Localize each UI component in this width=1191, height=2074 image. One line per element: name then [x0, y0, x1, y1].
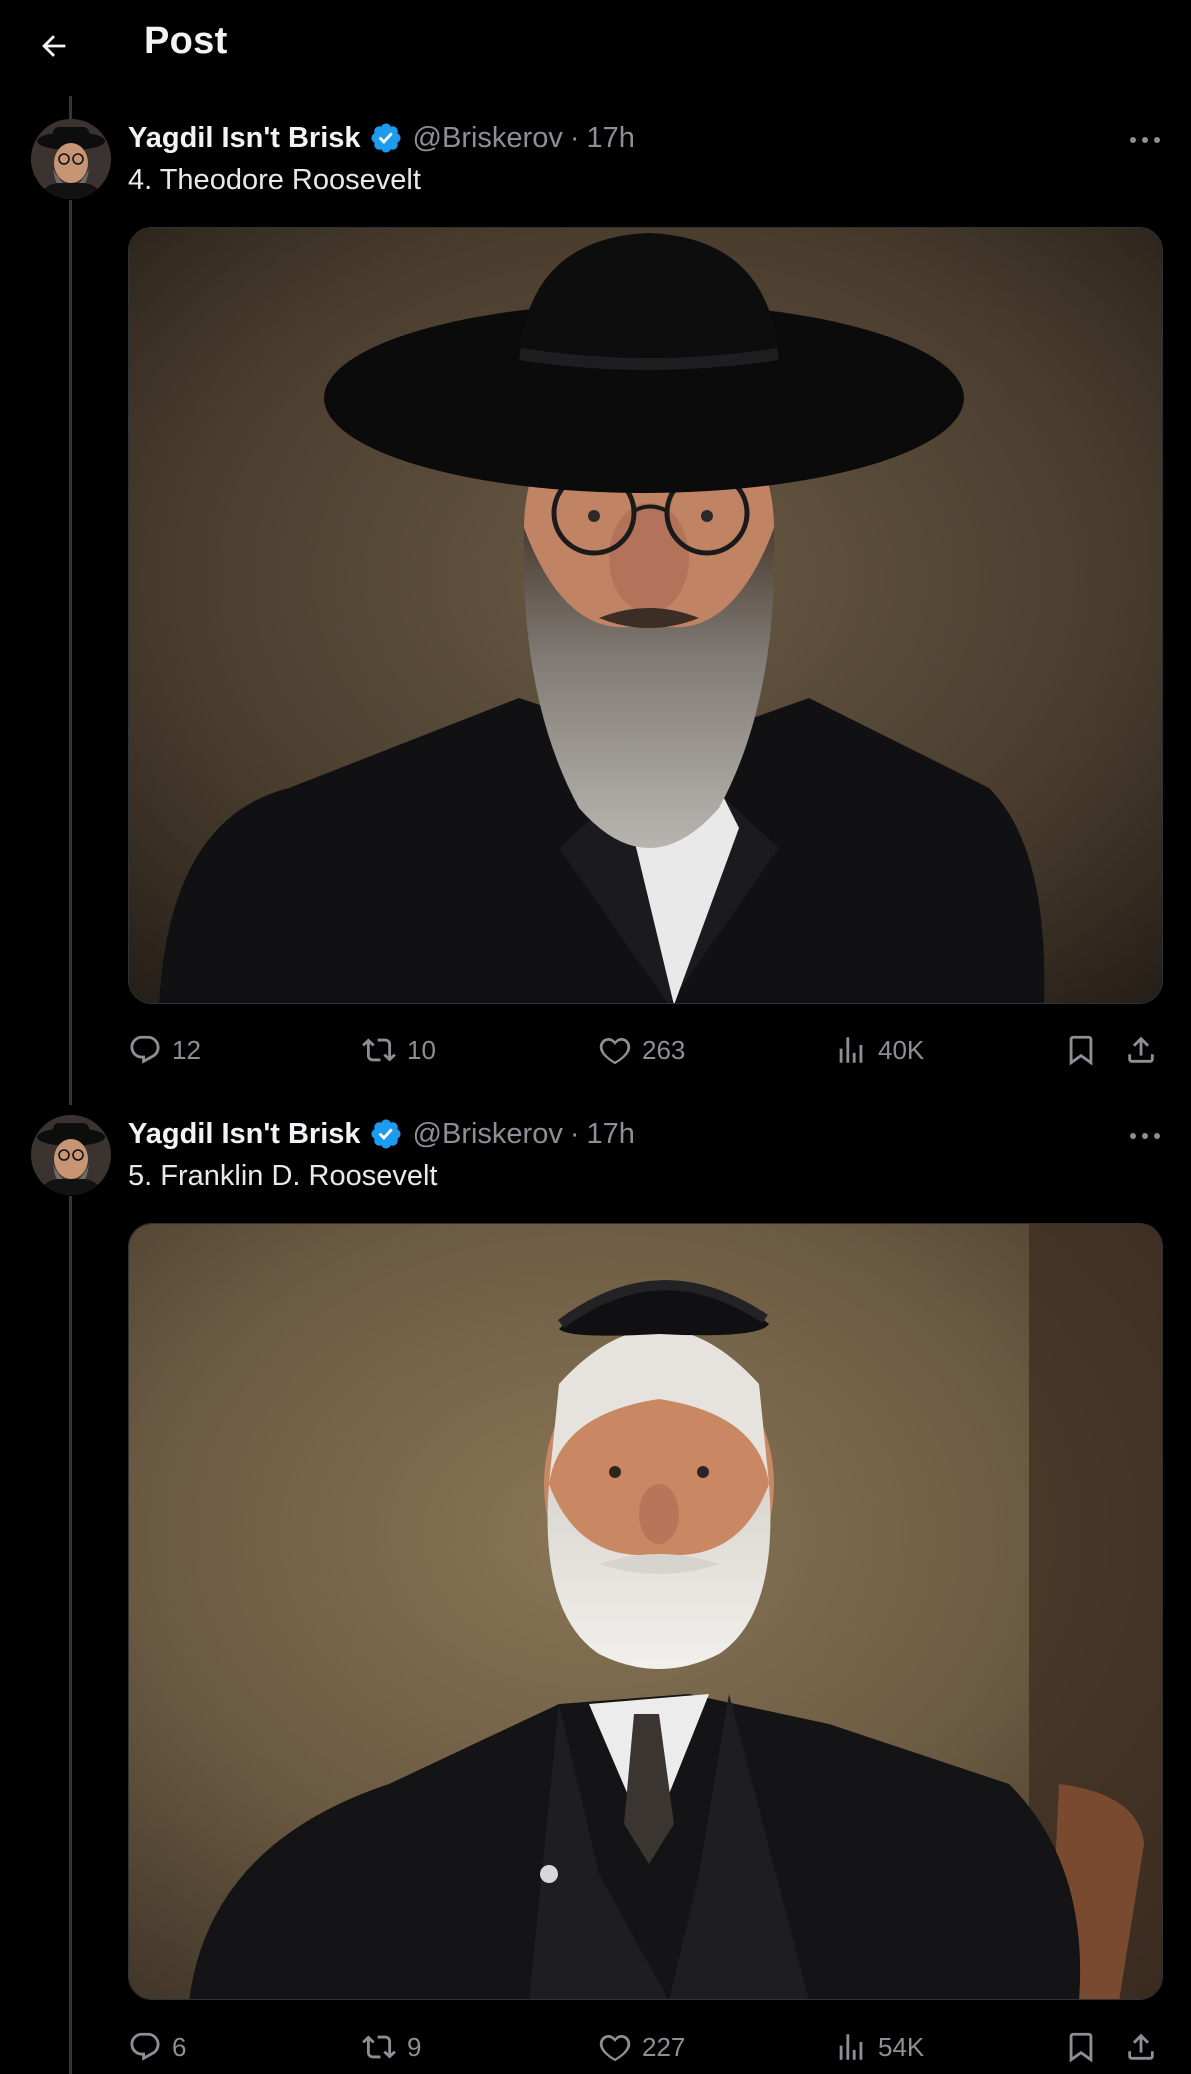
reply-button[interactable]: 6: [128, 2025, 186, 2069]
post-time[interactable]: 17h: [587, 1118, 635, 1151]
author-handle[interactable]: @Briskerov: [413, 1118, 563, 1151]
post-image[interactable]: [128, 1223, 1163, 2000]
more-horizontal-icon: [1130, 1133, 1160, 1139]
repost-count: 9: [407, 2032, 422, 2062]
more-options-button[interactable]: [1122, 1116, 1168, 1156]
like-count: 227: [642, 2032, 686, 2062]
portrait-image: [129, 1224, 1162, 1999]
bookmark-icon: [1069, 2032, 1093, 2063]
repost-icon: [362, 2035, 396, 2059]
repost-button[interactable]: 9: [361, 2025, 421, 2069]
share-button[interactable]: [1124, 2025, 1168, 2069]
post-text: 5. Franklin D. Roosevelt: [128, 1160, 438, 1192]
author-name[interactable]: Yagdil Isn't Brisk: [128, 1118, 361, 1151]
like-button[interactable]: 227: [598, 2025, 685, 2069]
heart-icon: [599, 2034, 631, 2062]
reply-icon: [130, 2032, 160, 2061]
reply-count: 6: [172, 2032, 187, 2062]
verified-badge-icon: [369, 1117, 403, 1151]
post-actions: 6 9 227 54K: [128, 2025, 1168, 2069]
views-count: 54K: [878, 2032, 925, 2062]
views-button[interactable]: 54K: [834, 2025, 924, 2069]
post-header: Yagdil Isn't Brisk @Briskerov · 17h: [128, 1114, 635, 1154]
bookmark-button[interactable]: [1064, 2025, 1108, 2069]
post-item[interactable]: Yagdil Isn't Brisk @Briskerov · 17h 5. F…: [0, 0, 1191, 2074]
separator: ·: [569, 1117, 580, 1150]
share-icon: [1128, 2033, 1154, 2060]
post-thread-page: Post Yagdil Isn't Brisk @Briskerov · 17h…: [0, 0, 1191, 2074]
avatar[interactable]: [31, 1115, 111, 1195]
views-chart-icon: [839, 2034, 863, 2060]
